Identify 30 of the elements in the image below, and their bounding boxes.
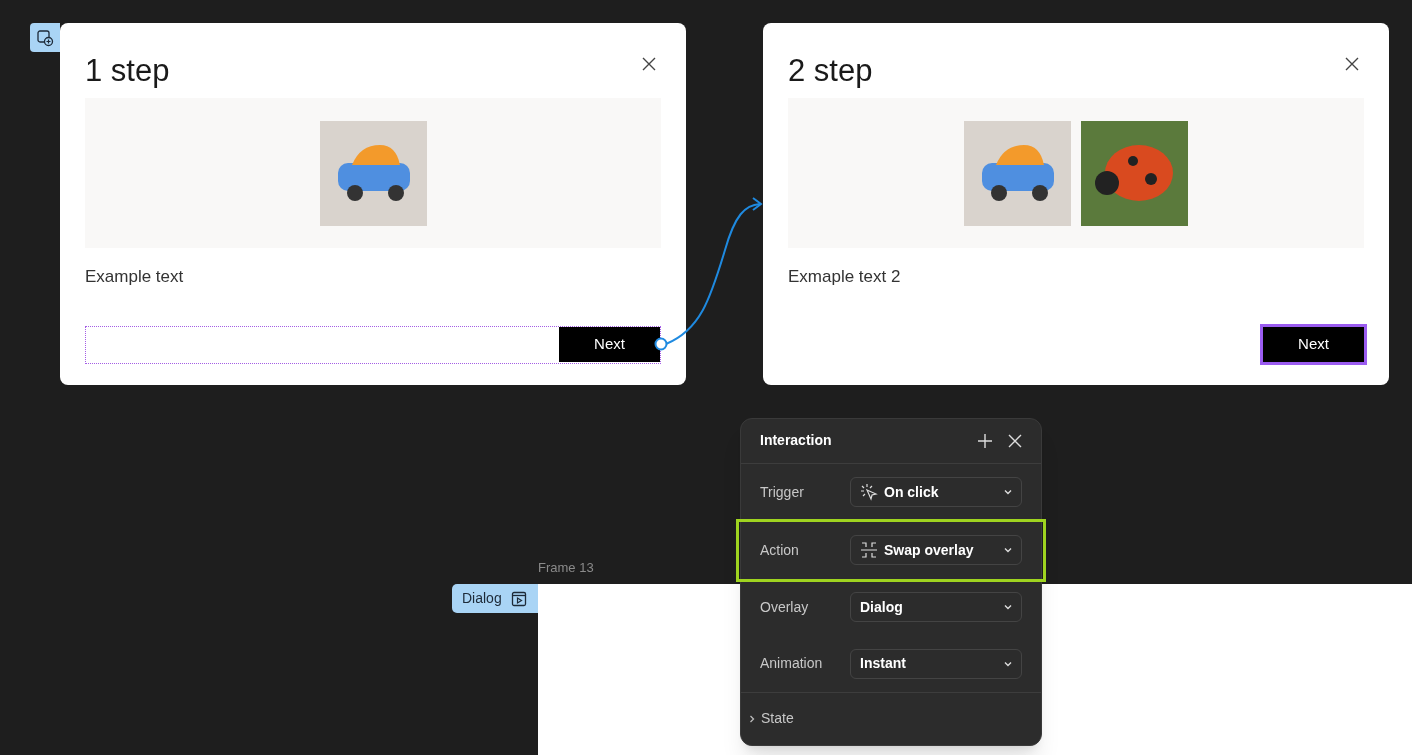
dropdown[interactable]: On click (850, 477, 1022, 508)
next-button[interactable]: Next (559, 327, 660, 362)
overlay-add-icon[interactable] (30, 23, 60, 52)
chevron-down-icon (1004, 604, 1012, 611)
dropdown[interactable]: Dialog (850, 592, 1022, 623)
play-window-icon (510, 590, 527, 607)
frame-label: Frame 13 (538, 559, 594, 577)
component-tag[interactable]: Dialog (452, 584, 538, 613)
chevron-down-icon (1004, 547, 1012, 554)
field-label: Animation (760, 654, 824, 674)
close-icon[interactable] (642, 57, 656, 71)
dialog-title: 2 step (788, 52, 873, 90)
add-icon[interactable] (978, 433, 992, 448)
dropdown[interactable]: Instant (850, 648, 1022, 679)
dialog-title: 1 step (85, 52, 170, 90)
body-text: Exmaple text 2 (788, 266, 902, 288)
close-icon[interactable] (1345, 57, 1359, 71)
body-text: Example text (85, 266, 185, 288)
chevron-down-icon (1004, 489, 1012, 496)
dropdown[interactable]: Swap overlay (850, 535, 1022, 566)
field-label: Trigger (760, 482, 805, 502)
next-button[interactable]: Next (1263, 327, 1364, 362)
panel-title: Interaction (760, 431, 832, 451)
field-label: Overlay (760, 597, 810, 617)
section-header[interactable]: State (741, 692, 1041, 745)
swap-icon (860, 541, 878, 560)
chevron-right-icon (749, 714, 755, 723)
chevron-down-icon (1004, 660, 1012, 667)
click-icon (860, 483, 878, 502)
field-label: Action (760, 540, 800, 560)
